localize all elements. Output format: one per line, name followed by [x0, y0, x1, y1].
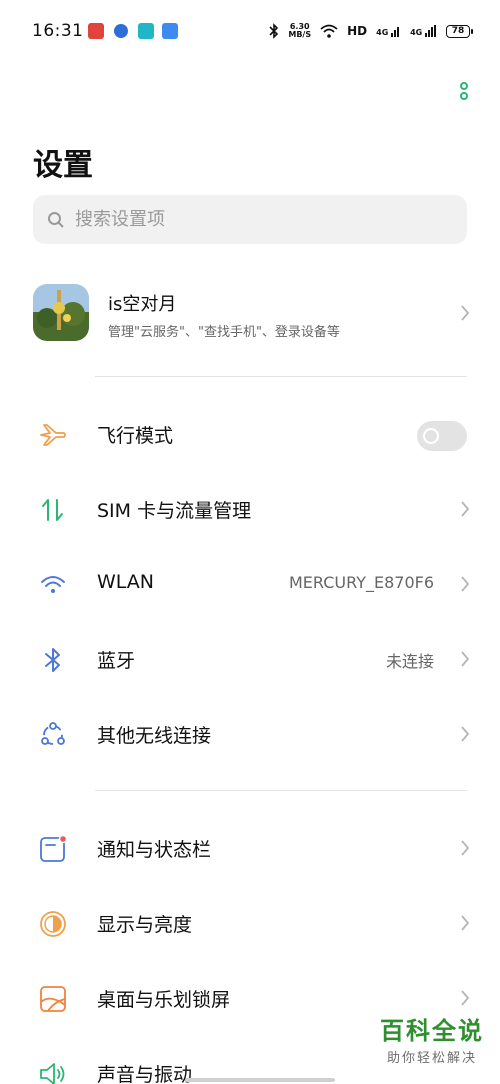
gallery-app-icon — [162, 23, 178, 39]
account-description: 管理"云服务"、"查找手机"、登录设备等 — [108, 325, 340, 340]
watermark-subtitle: 助你轻松解决 — [386, 1051, 477, 1066]
chevron-right-icon — [461, 501, 470, 517]
search-input[interactable] — [75, 209, 435, 230]
signal-2-icon: 4G — [410, 25, 437, 37]
chevron-right-icon — [461, 576, 470, 592]
chevron-right-icon — [461, 915, 470, 931]
settings-item-label: 飞行模式 — [97, 425, 174, 447]
status-bar: 16:31 6.30 MB/S HD 4G 4G 78 — [0, 0, 500, 62]
sim-data-icon — [42, 499, 63, 521]
settings-item-display[interactable]: 显示与亮度 — [0, 893, 500, 953]
settings-item-wlan[interactable]: WLAN MERCURY_E870F6 — [0, 554, 500, 614]
bluetooth-status: 未连接 — [385, 652, 434, 671]
settings-item-label: 蓝牙 — [97, 650, 136, 672]
battery-indicator: 78 — [446, 24, 473, 38]
airplane-icon — [40, 424, 66, 446]
toggle-knob — [423, 428, 439, 444]
settings-item-label: WLAN — [97, 571, 155, 593]
watermark-title: 百科全说 — [380, 1017, 484, 1045]
search-icon — [48, 211, 64, 228]
settings-item-other-wireless[interactable]: 其他无线连接 — [0, 704, 500, 764]
notification-icon — [40, 834, 68, 862]
chevron-right-icon — [461, 726, 470, 742]
wlan-network-name: MERCURY_E870F6 — [288, 573, 434, 592]
search-bar[interactable] — [33, 195, 467, 244]
wifi-icon — [41, 576, 65, 593]
chevron-right-icon — [461, 651, 470, 667]
home-indicator[interactable] — [185, 1078, 335, 1082]
settings-item-label: 通知与状态栏 — [97, 839, 212, 861]
divider — [95, 790, 467, 791]
watermark: 百科全说 助你轻松解决 — [380, 1011, 484, 1066]
account-row[interactable]: is空对月 管理"云服务"、"查找手机"、登录设备等 — [0, 280, 500, 346]
avatar — [33, 284, 89, 341]
settings-item-label: 显示与亮度 — [97, 914, 193, 936]
settings-item-label: 桌面与乐划锁屏 — [97, 989, 231, 1011]
settings-item-notifications[interactable]: 通知与状态栏 — [0, 818, 500, 878]
settings-item-bluetooth[interactable]: 蓝牙 未连接 — [0, 629, 500, 689]
more-options-icon[interactable] — [458, 82, 470, 106]
speaker-icon — [40, 1063, 65, 1084]
bluetooth-icon — [45, 648, 60, 672]
chevron-right-icon — [461, 840, 470, 856]
chevron-right-icon — [461, 305, 470, 321]
airplane-mode-toggle[interactable] — [417, 421, 467, 451]
brightness-icon — [40, 911, 66, 937]
message-app-icon — [138, 23, 154, 39]
page-title: 设置 — [33, 148, 93, 183]
status-time: 16:31 — [32, 21, 84, 41]
settings-item-label: 声音与振动 — [97, 1064, 193, 1084]
chevron-right-icon — [461, 990, 470, 1006]
browser-app-icon — [114, 24, 128, 38]
status-indicators: 6.30 MB/S HD 4G 4G 78 — [269, 20, 473, 42]
settings-item-label: SIM 卡与流量管理 — [97, 500, 252, 522]
news-app-icon — [88, 23, 104, 39]
network-speed: 6.30 MB/S — [288, 22, 312, 39]
settings-item-airplane-mode[interactable]: 飞行模式 — [0, 404, 500, 464]
divider — [95, 376, 467, 377]
hd-voice-label: HD — [347, 24, 368, 38]
settings-item-sim[interactable]: SIM 卡与流量管理 — [0, 479, 500, 539]
settings-item-label: 其他无线连接 — [97, 725, 212, 747]
signal-1-icon: 4G — [376, 25, 401, 37]
connections-icon — [41, 722, 65, 745]
wifi-status-icon — [320, 24, 338, 38]
bluetooth-status-icon — [269, 23, 279, 39]
wallpaper-icon — [40, 986, 66, 1012]
account-name: is空对月 — [108, 294, 177, 315]
